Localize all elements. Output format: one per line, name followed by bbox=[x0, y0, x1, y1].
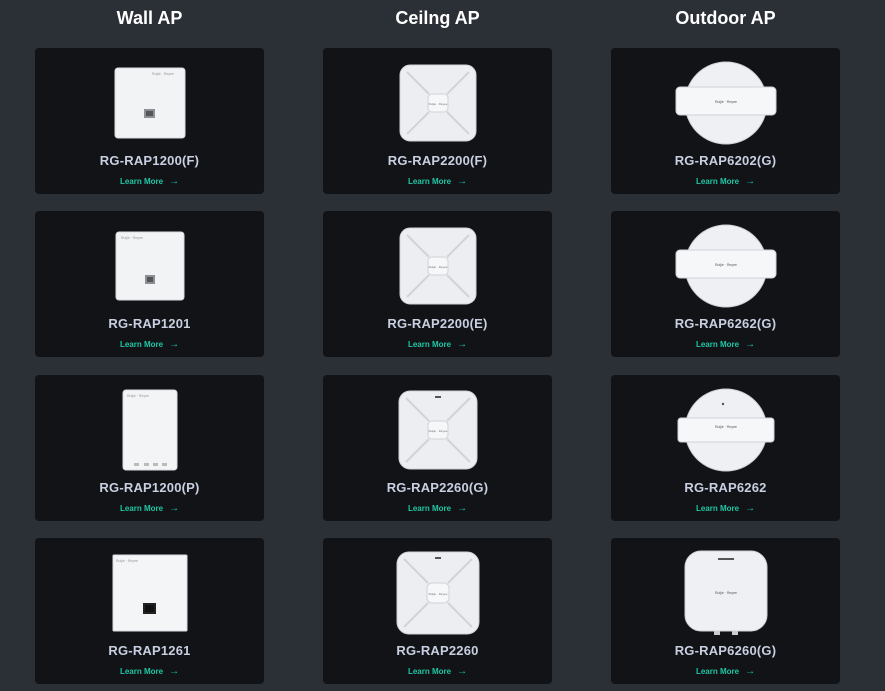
product-card-rg-rap1200p[interactable]: Ruijie · Reyee RG-RAP1200(P) Learn More → bbox=[35, 375, 264, 521]
product-image: Ruijie · Reyee bbox=[611, 385, 840, 475]
product-card-rg-rap6262[interactable]: Ruijie · Reyee RG-RAP6262 Learn More → bbox=[611, 375, 840, 521]
arrow-right-icon: → bbox=[169, 339, 180, 350]
arrow-right-icon: → bbox=[169, 503, 180, 514]
product-image: Ruijie · Reyee bbox=[35, 385, 264, 475]
svg-text:Ruijie · Reyee: Ruijie · Reyee bbox=[127, 394, 149, 398]
product-card-rg-rap6202g[interactable]: Ruijie · Reyee RG-RAP6202(G) Learn More → bbox=[611, 48, 840, 194]
svg-text:Ruijie · Reyee: Ruijie · Reyee bbox=[152, 72, 174, 76]
column-title-outdoor-ap: Outdoor AP bbox=[675, 8, 776, 28]
product-card-rg-rap1261[interactable]: Ruijie · Reyee RG-RAP1261 Learn More → bbox=[35, 538, 264, 684]
learn-more-link[interactable]: Learn More → bbox=[323, 503, 552, 514]
learn-more-link[interactable]: Learn More → bbox=[35, 503, 264, 514]
arrow-right-icon: → bbox=[745, 176, 756, 187]
arrow-right-icon: → bbox=[745, 503, 756, 514]
product-name: RG-RAP6202(G) bbox=[674, 153, 777, 168]
learn-more-link[interactable]: Learn More → bbox=[35, 666, 264, 677]
product-name: RG-RAP1200(P) bbox=[99, 480, 200, 495]
product-card-rg-rap1200f[interactable]: Ruijie · Reyee RG-RAP1200(F) Learn More → bbox=[35, 48, 264, 194]
learn-more-link[interactable]: Learn More → bbox=[611, 339, 840, 350]
product-image: Ruijie · Reyee bbox=[611, 58, 840, 148]
product-image: Ruijie · Reyee bbox=[35, 548, 264, 638]
product-card-rg-rap6260g[interactable]: Ruijie · Reyee RG-RAP6260(G) Learn More → bbox=[611, 538, 840, 684]
product-image: Ruijie · Reyee bbox=[323, 385, 552, 475]
product-card-rg-rap6262g[interactable]: Ruijie · Reyee RG-RAP6262(G) Learn More → bbox=[611, 211, 840, 357]
product-name: RG-RAP2260(G) bbox=[386, 480, 489, 495]
learn-more-link[interactable]: Learn More → bbox=[611, 503, 840, 514]
svg-text:Ruijie · Reyee: Ruijie · Reyee bbox=[121, 236, 143, 240]
product-name: RG-RAP1200(F) bbox=[99, 153, 200, 168]
learn-more-link[interactable]: Learn More → bbox=[611, 176, 840, 187]
svg-text:Ruijie · Reyee: Ruijie · Reyee bbox=[715, 263, 737, 267]
svg-text:Ruijie · Reyee: Ruijie · Reyee bbox=[715, 100, 737, 104]
arrow-right-icon: → bbox=[457, 339, 468, 350]
learn-more-link[interactable]: Learn More → bbox=[611, 666, 840, 677]
product-name: RG-RAP6262(G) bbox=[674, 316, 777, 331]
product-image: Ruijie · Reyee bbox=[611, 548, 840, 638]
product-card-rg-rap2200f[interactable]: Ruijie · Reyee RG-RAP2200(F) Learn More → bbox=[323, 48, 552, 194]
arrow-right-icon: → bbox=[457, 176, 468, 187]
product-name: RG-RAP1201 bbox=[108, 316, 191, 331]
learn-more-link[interactable]: Learn More → bbox=[323, 339, 552, 350]
product-image: Ruijie · Reyee bbox=[35, 221, 264, 311]
arrow-right-icon: → bbox=[169, 666, 180, 677]
svg-text:Ruijie · Reyee: Ruijie · Reyee bbox=[428, 429, 447, 433]
product-image: Ruijie · Reyee bbox=[323, 58, 552, 148]
product-name: RG-RAP2200(E) bbox=[387, 316, 488, 331]
arrow-right-icon: → bbox=[745, 339, 756, 350]
learn-more-link[interactable]: Learn More → bbox=[323, 666, 552, 677]
arrow-right-icon: → bbox=[457, 666, 468, 677]
svg-text:Ruijie · Reyee: Ruijie · Reyee bbox=[116, 559, 138, 563]
svg-text:Ruijie · Reyee: Ruijie · Reyee bbox=[428, 102, 447, 106]
arrow-right-icon: → bbox=[169, 176, 180, 187]
svg-text:Ruijie · Reyee: Ruijie · Reyee bbox=[715, 591, 737, 595]
product-name: RG-RAP2200(F) bbox=[387, 153, 488, 168]
product-image: Ruijie · Reyee bbox=[323, 548, 552, 638]
product-card-rg-rap2260[interactable]: Ruijie · Reyee RG-RAP2260 Learn More → bbox=[323, 538, 552, 684]
svg-text:Ruijie · Reyee: Ruijie · Reyee bbox=[428, 265, 447, 269]
column-title-ceiling-ap: Ceilng AP bbox=[395, 8, 480, 28]
column-title-wall-ap: Wall AP bbox=[116, 8, 183, 28]
arrow-right-icon: → bbox=[745, 666, 756, 677]
product-card-rg-rap2200e[interactable]: Ruijie · Reyee RG-RAP2200(E) Learn More → bbox=[323, 211, 552, 357]
product-image: Ruijie · Reyee bbox=[611, 221, 840, 311]
product-grid: Wall AP Ceilng AP Outdoor AP Ruijie · Re… bbox=[0, 0, 885, 691]
product-name: RG-RAP6260(G) bbox=[674, 643, 777, 658]
product-name: RG-RAP1261 bbox=[108, 643, 191, 658]
product-card-rg-rap2260g[interactable]: Ruijie · Reyee RG-RAP2260(G) Learn More → bbox=[323, 375, 552, 521]
arrow-right-icon: → bbox=[457, 503, 468, 514]
svg-text:Ruijie · Reyee: Ruijie · Reyee bbox=[715, 425, 737, 429]
product-name: RG-RAP6262 bbox=[684, 480, 767, 495]
product-image: Ruijie · Reyee bbox=[323, 221, 552, 311]
learn-more-link[interactable]: Learn More → bbox=[35, 176, 264, 187]
svg-text:Ruijie · Reyee: Ruijie · Reyee bbox=[428, 592, 447, 596]
product-image: Ruijie · Reyee bbox=[35, 58, 264, 148]
product-name: RG-RAP2260 bbox=[396, 643, 479, 658]
product-card-rg-rap1201[interactable]: Ruijie · Reyee RG-RAP1201 Learn More → bbox=[35, 211, 264, 357]
learn-more-link[interactable]: Learn More → bbox=[35, 339, 264, 350]
learn-more-link[interactable]: Learn More → bbox=[323, 176, 552, 187]
